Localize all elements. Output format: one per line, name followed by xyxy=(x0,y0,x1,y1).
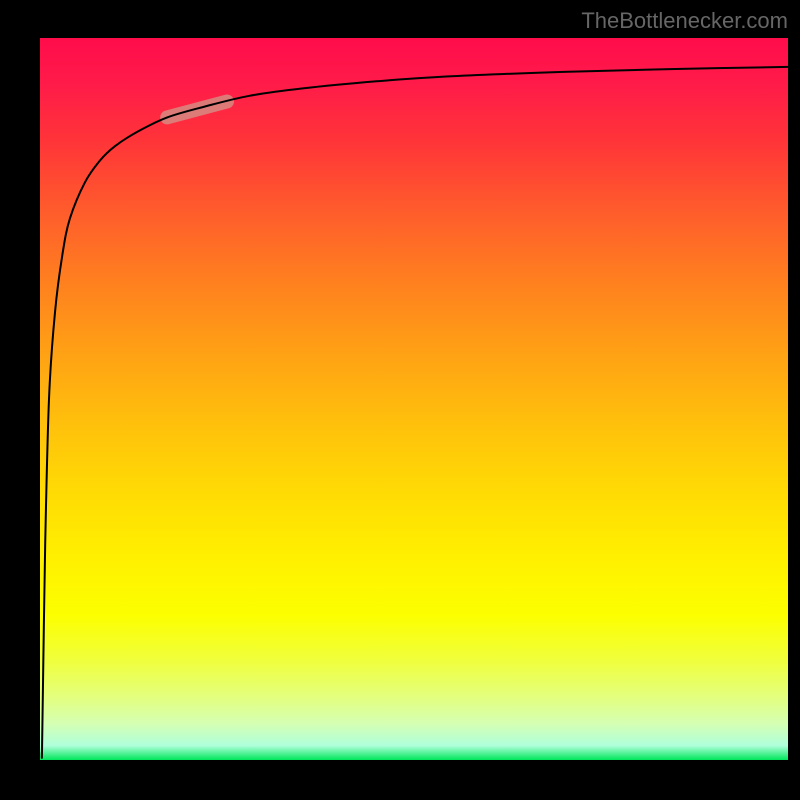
chart-svg xyxy=(40,38,788,760)
bottleneck-curve-line xyxy=(42,67,788,758)
attribution-text: TheBottlenecker.com xyxy=(581,8,788,34)
chart-plot-area xyxy=(40,38,788,760)
